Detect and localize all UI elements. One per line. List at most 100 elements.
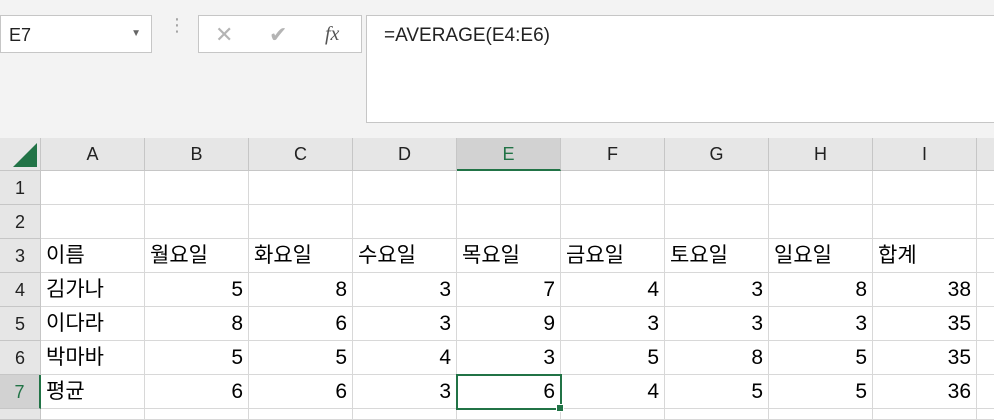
column-header-h[interactable]: H [769,138,873,171]
cell-e6[interactable]: 3 [457,341,561,375]
cell-f2[interactable] [561,205,665,239]
cell-j5[interactable] [977,307,994,341]
cell-f5[interactable]: 3 [561,307,665,341]
cell-i5[interactable]: 35 [873,307,977,341]
cell-h1[interactable] [769,171,873,205]
cell-h2[interactable] [769,205,873,239]
cell-g3[interactable]: 토요일 [665,239,769,273]
cell-e8[interactable] [457,409,561,420]
cell-i1[interactable] [873,171,977,205]
cell-b3[interactable]: 월요일 [145,239,249,273]
cell-d6[interactable]: 4 [353,341,457,375]
cell-h3[interactable]: 일요일 [769,239,873,273]
cell-f6[interactable]: 5 [561,341,665,375]
cell-f1[interactable] [561,171,665,205]
row-header-1[interactable]: 1 [0,171,41,205]
cell-a3[interactable]: 이름 [41,239,145,273]
cell-a6[interactable]: 박마바 [41,341,145,375]
cell-h6[interactable]: 5 [769,341,873,375]
row-header-4[interactable]: 4 [0,273,41,307]
cell-g1[interactable] [665,171,769,205]
cell-j1[interactable] [977,171,994,205]
column-header-e[interactable]: E [457,138,561,171]
row-header-7[interactable]: 7 [0,375,41,409]
cell-i7[interactable]: 36 [873,375,977,409]
cell-i6[interactable]: 35 [873,341,977,375]
cell-g4[interactable]: 3 [665,273,769,307]
formula-bar-resize-handle[interactable]: ⋮ [168,16,186,34]
cell-j8[interactable] [977,409,994,420]
cell-g5[interactable]: 3 [665,307,769,341]
cell-j4[interactable] [977,273,994,307]
cell-e1[interactable] [457,171,561,205]
select-all-button[interactable] [0,138,41,171]
column-header-j[interactable] [977,138,994,171]
cell-f7[interactable]: 4 [561,375,665,409]
cell-c1[interactable] [249,171,353,205]
cell-d3[interactable]: 수요일 [353,239,457,273]
column-header-g[interactable]: G [665,138,769,171]
chevron-down-icon[interactable]: ▼ [131,28,141,39]
cell-e2[interactable] [457,205,561,239]
column-header-a[interactable]: A [41,138,145,171]
cell-h7[interactable]: 5 [769,375,873,409]
cell-a2[interactable] [41,205,145,239]
column-header-i[interactable]: I [873,138,977,171]
cell-b1[interactable] [145,171,249,205]
cell-d4[interactable]: 3 [353,273,457,307]
cell-e7[interactable]: 6 [457,375,561,409]
cell-d2[interactable] [353,205,457,239]
cell-j2[interactable] [977,205,994,239]
cell-d8[interactable] [353,409,457,420]
cell-c5[interactable]: 6 [249,307,353,341]
cell-e3[interactable]: 목요일 [457,239,561,273]
cell-g6[interactable]: 8 [665,341,769,375]
cell-h4[interactable]: 8 [769,273,873,307]
cell-i2[interactable] [873,205,977,239]
cell-c4[interactable]: 8 [249,273,353,307]
cell-c2[interactable] [249,205,353,239]
cell-a8[interactable] [41,409,145,420]
cancel-icon[interactable]: ✕ [215,22,233,48]
row-header-6[interactable]: 6 [0,341,41,375]
cell-c8[interactable] [249,409,353,420]
cell-f4[interactable]: 4 [561,273,665,307]
cell-a5[interactable]: 이다라 [41,307,145,341]
cell-b2[interactable] [145,205,249,239]
check-icon[interactable]: ✔ [269,22,287,48]
name-box[interactable]: E7 ▼ [0,15,152,53]
cell-c3[interactable]: 화요일 [249,239,353,273]
cell-d7[interactable]: 3 [353,375,457,409]
cell-h8[interactable] [769,409,873,420]
formula-input[interactable]: =AVERAGE(E4:E6) [366,15,994,123]
cell-j6[interactable] [977,341,994,375]
cell-a7[interactable]: 평균 [41,375,145,409]
cell-b5[interactable]: 8 [145,307,249,341]
cell-j7[interactable] [977,375,994,409]
insert-function-icon[interactable]: fx [325,23,339,46]
cell-a4[interactable]: 김가나 [41,273,145,307]
cell-d5[interactable]: 3 [353,307,457,341]
row-header-3[interactable]: 3 [0,239,41,273]
cell-i4[interactable]: 38 [873,273,977,307]
cell-h5[interactable]: 3 [769,307,873,341]
cell-i3[interactable]: 합계 [873,239,977,273]
column-header-b[interactable]: B [145,138,249,171]
cell-g7[interactable]: 5 [665,375,769,409]
cell-i8[interactable] [873,409,977,420]
cell-a1[interactable] [41,171,145,205]
cell-j3[interactable] [977,239,994,273]
cell-d1[interactable] [353,171,457,205]
cell-e4[interactable]: 7 [457,273,561,307]
column-header-f[interactable]: F [561,138,665,171]
cell-e5[interactable]: 9 [457,307,561,341]
cell-f8[interactable] [561,409,665,420]
cell-c6[interactable]: 5 [249,341,353,375]
cell-b7[interactable]: 6 [145,375,249,409]
column-header-c[interactable]: C [249,138,353,171]
row-header-5[interactable]: 5 [0,307,41,341]
cell-f3[interactable]: 금요일 [561,239,665,273]
row-header-8[interactable] [0,409,41,420]
cell-c7[interactable]: 6 [249,375,353,409]
cell-b6[interactable]: 5 [145,341,249,375]
